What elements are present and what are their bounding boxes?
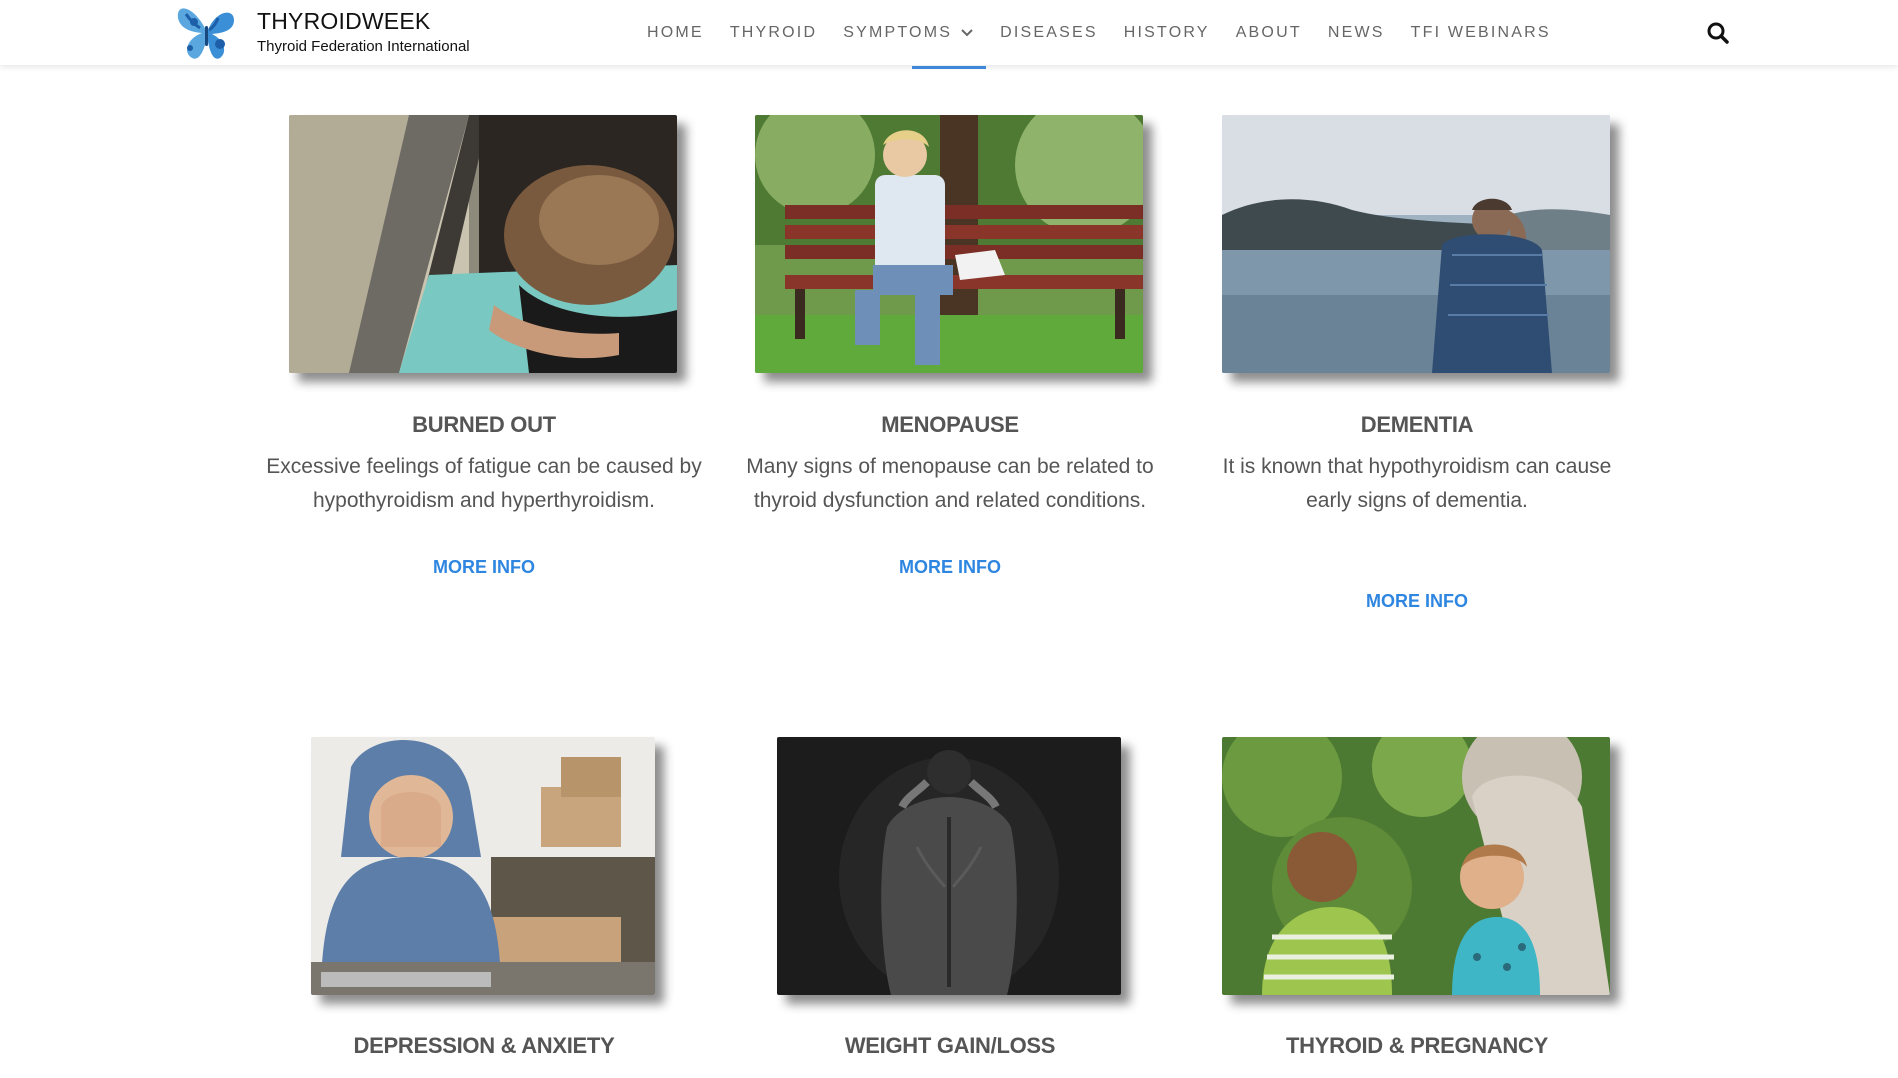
card-description: Many signs of menopause can be related t… [730,450,1170,518]
card-description-line: early signs of dementia. [1306,489,1528,512]
site-header: THYROIDWEEK Thyroid Federation Internati… [0,0,1898,65]
nav-label: THYROID [729,24,818,41]
man-looking-at-lake-photo[interactable] [1222,115,1610,373]
nav-label: DISEASES [1000,24,1098,41]
card-title: DEMENTIA [1360,412,1474,437]
nav-item-thyroid[interactable]: THYROID [730,24,817,42]
card-title: BURNED OUT [412,412,556,437]
nav-item-history[interactable]: HISTORY [1124,24,1210,42]
nav-label: NEWS [1327,24,1385,41]
chevron-down-icon [960,28,974,38]
nav-item-home[interactable]: HOME [647,24,704,42]
nav-item-symptoms[interactable]: SYMPTOMS [843,24,974,42]
card-title: MENOPAUSE [881,412,1019,437]
nav-label: HOME [647,24,704,41]
active-nav-indicator [912,66,986,69]
more-info-link[interactable]: MORE INFO [730,557,1170,578]
nav-item-tfi-webinars[interactable]: TFI WEBINARS [1411,24,1551,42]
nav-label: SYMPTOMS [843,24,953,41]
more-info-link[interactable]: MORE INFO [264,557,704,578]
woman-sleeping-on-train-photo[interactable] [289,115,677,373]
butterfly-logo-icon[interactable] [172,0,242,64]
woman-on-park-bench-photo[interactable] [755,115,1143,373]
more-info-link[interactable]: MORE INFO [1197,591,1637,612]
children-in-garden-photo[interactable] [1222,737,1610,995]
main-nav: HOME THYROID SYMPTOMS DISEASES HISTORY A… [647,22,1577,44]
man-in-hoodie-covering-face-photo[interactable] [311,737,655,995]
card-title: DEPRESSION & ANXIETY [353,1033,615,1058]
card-title: WEIGHT GAIN/LOSS [844,1033,1056,1058]
nav-item-about[interactable]: ABOUT [1236,24,1302,42]
site-title[interactable]: THYROIDWEEK [257,8,430,35]
nav-label: ABOUT [1235,24,1302,41]
card-description-line: It is known that hypothyroidism can caus… [1222,455,1612,478]
card-title: THYROID & PREGNANCY [1286,1033,1548,1058]
card-description-line: Many signs of menopause can be related t… [746,455,1154,478]
nav-label: HISTORY [1123,24,1210,41]
thin-back-dark-photo[interactable] [777,737,1121,995]
nav-label: TFI WEBINARS [1410,24,1551,41]
card-description-line: Excessive feelings of fatigue can be cau… [266,455,702,478]
card-description: Excessive feelings of fatigue can be cau… [264,450,704,518]
site-tagline: Thyroid Federation International [257,38,470,55]
nav-item-diseases[interactable]: DISEASES [1000,24,1098,42]
card-description: It is known that hypothyroidism can caus… [1197,450,1637,518]
nav-item-news[interactable]: NEWS [1328,24,1385,42]
search-icon[interactable] [1706,21,1730,45]
card-description-line: hypothyroidism and hyperthyroidism. [313,489,655,512]
card-description-line: thyroid dysfunction and related conditio… [753,489,1147,512]
